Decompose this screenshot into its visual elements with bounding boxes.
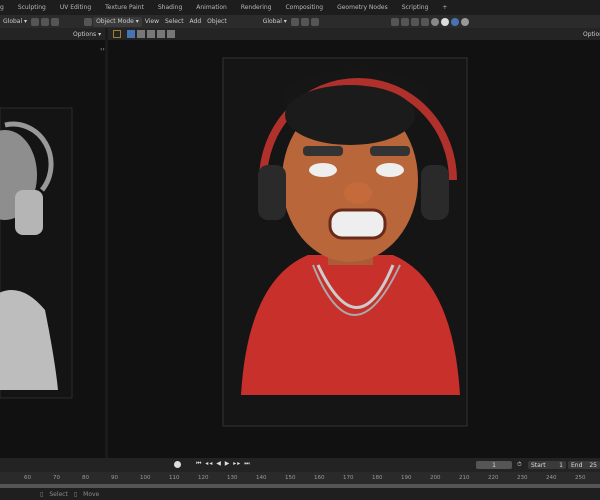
viewport-headers: Global ▾ Object Mode ▾ View Select Add O… xyxy=(0,15,600,28)
snap-icon[interactable] xyxy=(290,17,299,26)
proportional-edit-icon[interactable] xyxy=(51,17,60,26)
tab-geometry-nodes[interactable]: Geometry Nodes xyxy=(337,4,388,11)
character-render-preview xyxy=(222,57,468,427)
gizmo-icon[interactable] xyxy=(400,17,409,26)
xray-icon[interactable] xyxy=(420,17,429,26)
tab-rendering[interactable]: Rendering xyxy=(241,4,272,11)
workspace-tabs: g Sculpting UV Editing Texture Paint Sha… xyxy=(0,0,600,15)
tab-shading[interactable]: Shading xyxy=(158,4,182,11)
select-invert-icon[interactable] xyxy=(157,30,165,38)
ruler-tick: 200 xyxy=(430,475,441,481)
select-extend-icon[interactable] xyxy=(137,30,145,38)
left-options-button[interactable]: Options ▾ xyxy=(70,29,104,39)
ruler-tick: 180 xyxy=(372,475,383,481)
ruler-tick: 230 xyxy=(517,475,528,481)
ruler-tick: 60 xyxy=(24,475,31,481)
ruler-tick: 210 xyxy=(459,475,470,481)
tool-settings-bar: Options ▾ Options xyxy=(0,28,600,40)
mode-dropdown[interactable]: Object Mode ▾ xyxy=(93,16,142,27)
menu-view[interactable]: View xyxy=(142,17,162,27)
playback-controls[interactable]: ⏮ ◂◂ ◀ ▶ ▸▸ ⏭ xyxy=(196,460,251,468)
menu-select[interactable]: Select xyxy=(162,17,187,27)
tab-animation[interactable]: Animation xyxy=(196,4,227,11)
right-options-button[interactable]: Options xyxy=(580,29,600,39)
ruler-tick: 190 xyxy=(401,475,412,481)
record-icon[interactable] xyxy=(174,461,181,468)
main-viewport[interactable] xyxy=(108,40,600,458)
visibility-icon[interactable] xyxy=(390,17,399,26)
ruler-tick: 80 xyxy=(82,475,89,481)
ruler-tick: 110 xyxy=(169,475,180,481)
stopwatch-icon[interactable]: ⏱ xyxy=(517,461,522,469)
snap-target-icon[interactable] xyxy=(300,17,309,26)
mouse-right-icon: ▯ xyxy=(73,490,78,498)
ruler-tick: 100 xyxy=(140,475,151,481)
tab-compositing[interactable]: Compositing xyxy=(285,4,323,11)
ruler-tick: 150 xyxy=(285,475,296,481)
ruler-tick: 160 xyxy=(314,475,325,481)
timeline-header: ⏮ ◂◂ ◀ ▶ ▸▸ ⏭ 1 ⏱ Start 1 End 25 xyxy=(0,458,600,472)
status-bar: ▯ Select ▯ Move xyxy=(0,488,600,500)
select-subtract-icon[interactable] xyxy=(147,30,155,38)
start-frame-field[interactable]: Start 1 xyxy=(528,461,566,469)
select-intersect-icon[interactable] xyxy=(167,30,175,38)
material-shading-icon[interactable] xyxy=(450,17,459,26)
wireframe-shading-icon[interactable] xyxy=(430,17,439,26)
ruler-tick: 220 xyxy=(488,475,499,481)
tab-sculpting[interactable]: Sculpting xyxy=(18,4,46,11)
end-frame-field[interactable]: End 25 xyxy=(568,461,600,469)
sculpt-render-preview xyxy=(0,107,73,399)
menu-object[interactable]: Object xyxy=(204,17,230,27)
ruler-tick: 250 xyxy=(575,475,586,481)
rendered-shading-icon[interactable] xyxy=(460,17,469,26)
mouse-left-icon: ▯ xyxy=(40,490,44,498)
split-arrows-icon[interactable]: ‹› xyxy=(100,46,105,53)
timeline-ruler[interactable]: 60 70 80 90 100 110 120 130 140 150 160 170 180 190 20… xyxy=(0,472,600,484)
tab-scripting[interactable]: Scripting xyxy=(402,4,429,11)
editor-type-icon[interactable] xyxy=(84,17,93,26)
ruler-tick: 240 xyxy=(546,475,557,481)
ruler-tick: 140 xyxy=(256,475,267,481)
add-workspace-button[interactable]: + xyxy=(442,4,447,11)
left-orientation-dropdown[interactable]: Global ▾ xyxy=(0,17,30,27)
current-frame-field[interactable]: 1 xyxy=(476,461,512,469)
menu-add[interactable]: Add xyxy=(187,17,205,27)
ruler-tick: 120 xyxy=(198,475,209,481)
ruler-tick: 70 xyxy=(53,475,60,481)
play-tool-icon[interactable] xyxy=(113,30,121,38)
ruler-tick: 130 xyxy=(227,475,238,481)
proportional-edit-icon[interactable] xyxy=(310,17,319,26)
ruler-tick: 90 xyxy=(111,475,118,481)
snap-icon[interactable] xyxy=(31,17,40,26)
solid-shading-icon[interactable] xyxy=(440,17,449,26)
left-viewport[interactable] xyxy=(0,40,105,458)
tab-layout[interactable]: g xyxy=(0,4,4,11)
overlay-icon[interactable] xyxy=(410,17,419,26)
select-new-icon[interactable] xyxy=(127,30,135,38)
snap-target-icon[interactable] xyxy=(41,17,50,26)
tab-texture-paint[interactable]: Texture Paint xyxy=(105,4,144,11)
ruler-tick: 170 xyxy=(343,475,354,481)
right-orientation-dropdown[interactable]: Global ▾ xyxy=(260,17,290,27)
tab-uv-editing[interactable]: UV Editing xyxy=(60,4,91,11)
